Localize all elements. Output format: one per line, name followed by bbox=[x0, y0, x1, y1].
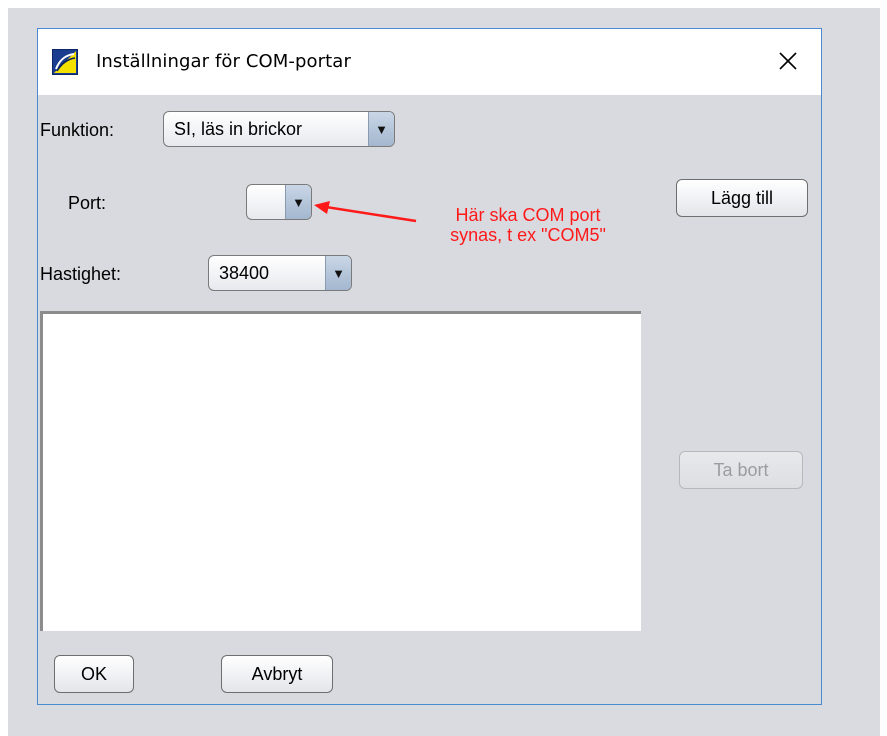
port-list[interactable] bbox=[40, 311, 641, 631]
chevron-down-icon: ▼ bbox=[325, 256, 351, 290]
port-dropdown[interactable]: ▼ bbox=[246, 184, 312, 220]
annotation-line-2: synas, t ex "COM5" bbox=[450, 225, 606, 245]
annotation-arrow bbox=[314, 201, 417, 223]
app-logo-icon bbox=[52, 49, 78, 75]
remove-button[interactable]: Ta bort bbox=[679, 451, 803, 489]
annotation-text: Här ska COM port synas, t ex "COM5" bbox=[408, 205, 648, 245]
annotation-line-1: Här ska COM port bbox=[455, 205, 601, 225]
com-settings-dialog: Inställningar för COM-portar Funktion: S… bbox=[37, 28, 822, 705]
close-icon bbox=[779, 52, 797, 70]
title-bar[interactable]: Inställningar för COM-portar bbox=[38, 29, 821, 95]
add-button[interactable]: Lägg till bbox=[676, 179, 808, 217]
function-dropdown[interactable]: SI, läs in brickor ▼ bbox=[163, 111, 395, 147]
chevron-down-icon: ▼ bbox=[368, 112, 394, 146]
port-label: Port: bbox=[68, 193, 107, 213]
chevron-down-icon: ▼ bbox=[285, 185, 311, 219]
function-label: Funktion: bbox=[40, 120, 115, 140]
speed-label: Hastighet: bbox=[40, 264, 122, 284]
window-title: Inställningar för COM-portar bbox=[96, 51, 351, 72]
cancel-button[interactable]: Avbryt bbox=[221, 655, 333, 693]
speed-dropdown[interactable]: 38400 ▼ bbox=[208, 255, 352, 291]
dialog-content: Funktion: SI, läs in brickor ▼ Port: ▼ H… bbox=[38, 95, 821, 704]
speed-dropdown-value: 38400 bbox=[219, 262, 270, 283]
function-dropdown-value: SI, läs in brickor bbox=[174, 118, 303, 139]
close-button[interactable] bbox=[768, 43, 808, 79]
ok-button[interactable]: OK bbox=[54, 655, 134, 693]
